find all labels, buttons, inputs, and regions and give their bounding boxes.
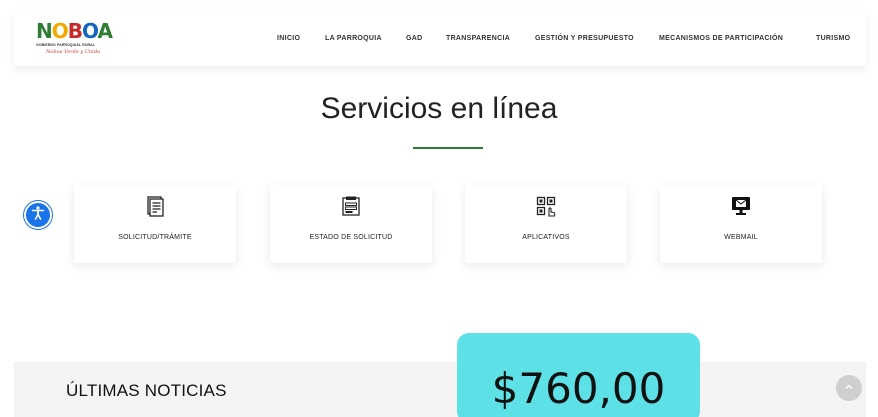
service-card-estado[interactable]: ESTADO DE SOLICITUD	[270, 185, 432, 263]
site-header: NOBOA GOBIERNO PARROQUIAL RURAL Noboa Ve…	[14, 10, 866, 66]
logo-subtitle: GOBIERNO PARROQUIAL RURAL	[36, 43, 95, 47]
site-logo[interactable]: NOBOA GOBIERNO PARROQUIAL RURAL Noboa Ve…	[36, 20, 113, 58]
nav-transparencia[interactable]: TRANSPARENCIA	[446, 35, 510, 42]
service-card-aplicativos[interactable]: APLICATIVOS	[465, 185, 627, 263]
logo-letter: A	[97, 19, 113, 43]
logo-tagline: Noboa Verde y Unida	[46, 49, 101, 55]
page: NOBOA GOBIERNO PARROQUIAL RURAL Noboa Ve…	[0, 0, 878, 417]
nav-mecanismos-participacion[interactable]: MECANISMOS DE PARTICIPACIÓN	[659, 35, 783, 42]
price-overlay: $760,00	[457, 333, 700, 417]
logo-wordmark: NOBOA	[36, 19, 113, 43]
accessibility-button[interactable]	[24, 201, 52, 229]
service-label: ESTADO DE SOLICITUD	[309, 234, 393, 241]
nav-la-parroquia[interactable]: LA PARROQUIA	[325, 35, 382, 42]
nav-turismo[interactable]: TURISMO	[816, 35, 850, 42]
form-status-icon	[340, 195, 362, 217]
page-title: Servicios en línea	[320, 92, 558, 125]
service-label: WEBMAIL	[724, 234, 758, 241]
logo-letter: B	[67, 19, 83, 43]
service-card-solicitud[interactable]: SOLICITUD/TRÁMITE	[74, 185, 236, 263]
logo-letter: N	[36, 19, 53, 43]
nav-gestion-presupuesto[interactable]: GESTIÓN Y PRESUPUESTO	[535, 35, 634, 42]
monitor-mail-icon	[730, 195, 752, 217]
accessibility-icon	[30, 205, 46, 226]
chevron-up-icon	[844, 379, 854, 397]
service-card-webmail[interactable]: WEBMAIL	[660, 185, 822, 263]
nav-inicio[interactable]: INICIO	[277, 35, 300, 42]
document-icon	[144, 195, 166, 217]
apps-grid-icon	[535, 195, 557, 217]
service-label: APLICATIVOS	[522, 234, 570, 241]
service-label: SOLICITUD/TRÁMITE	[118, 234, 192, 241]
logo-letter: O	[51, 19, 69, 43]
price-value: $760,00	[491, 364, 666, 413]
news-heading: ÚLTIMAS NOTICIAS	[66, 381, 227, 400]
scroll-top-button[interactable]	[836, 375, 862, 401]
title-divider	[413, 147, 483, 149]
logo-letter: O	[82, 19, 99, 43]
nav-gad[interactable]: GAD	[406, 35, 422, 42]
